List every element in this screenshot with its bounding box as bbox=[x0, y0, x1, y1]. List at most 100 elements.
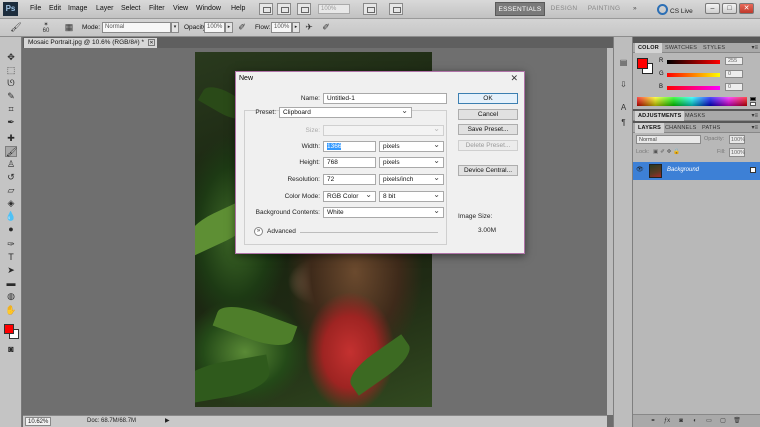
spectrum-white-swatch[interactable] bbox=[750, 102, 756, 106]
status-menu-arrow[interactable]: ▶ bbox=[165, 417, 170, 426]
pen-tool-icon[interactable]: ✑ bbox=[5, 239, 17, 250]
panel-foreground-swatch[interactable] bbox=[637, 58, 648, 69]
tab-paths[interactable]: PATHS bbox=[699, 123, 724, 133]
red-value[interactable]: 255 bbox=[725, 57, 743, 65]
screen-mode-icon[interactable] bbox=[389, 3, 403, 15]
flow-field[interactable]: 100% bbox=[271, 22, 292, 33]
color-panel-menu-icon[interactable]: ▾≡ bbox=[751, 43, 758, 53]
workspace-essentials[interactable]: ESSENTIALS bbox=[495, 2, 545, 16]
close-window-button[interactable]: ✕ bbox=[739, 3, 754, 14]
tab-swatches[interactable]: SWATCHES bbox=[662, 43, 700, 53]
close-tab-icon[interactable]: ✕ bbox=[148, 39, 155, 46]
mode-select[interactable]: Normal bbox=[102, 22, 171, 33]
brush-size-picker[interactable]: ✶ 60 bbox=[40, 22, 52, 34]
bit-depth-select[interactable]: 8 bit bbox=[379, 190, 444, 202]
tab-color[interactable]: COLOR bbox=[635, 43, 662, 53]
menu-help[interactable]: Help bbox=[231, 5, 245, 12]
document-tab[interactable]: Mosaic Portrait.jpg @ 10.6% (RGB/8#) * ✕ bbox=[24, 38, 157, 48]
visibility-eye-icon[interactable]: 👁 bbox=[636, 167, 644, 173]
foreground-color-swatch[interactable] bbox=[4, 324, 14, 334]
width-field[interactable]: 1366 bbox=[323, 141, 376, 152]
launch-minibridge-icon[interactable] bbox=[277, 3, 291, 15]
menu-view[interactable]: View bbox=[173, 5, 188, 12]
tab-styles[interactable]: STYLES bbox=[700, 43, 728, 53]
pressure-opacity-icon[interactable]: ✐ bbox=[236, 22, 248, 33]
history-brush-tool-icon[interactable]: ↺ bbox=[5, 172, 17, 183]
cs-live-button[interactable]: CS Live bbox=[657, 4, 693, 15]
layer-opacity-field[interactable]: 100% bbox=[729, 135, 745, 144]
width-unit-select[interactable]: pixels bbox=[379, 140, 444, 152]
height-unit-select[interactable]: pixels bbox=[379, 156, 444, 168]
eraser-tool-icon[interactable]: ▱ bbox=[5, 185, 17, 196]
tab-layers[interactable]: LAYERS bbox=[635, 123, 665, 133]
brush-tool-preset-icon[interactable]: 🖌 bbox=[10, 22, 22, 33]
color-mode-select[interactable]: RGB Color bbox=[323, 190, 376, 202]
blue-value[interactable]: 0 bbox=[725, 83, 743, 91]
marquee-tool-icon[interactable]: ⬚ bbox=[5, 65, 17, 76]
paragraph-panel-icon[interactable]: ¶ bbox=[617, 117, 630, 129]
minimize-button[interactable]: – bbox=[705, 3, 720, 14]
path-selection-tool-icon[interactable]: ➤ bbox=[5, 265, 17, 276]
link-layers-icon[interactable]: ⚭ bbox=[649, 417, 657, 425]
menu-edit[interactable]: Edit bbox=[49, 5, 61, 12]
launch-bridge-icon[interactable] bbox=[259, 3, 273, 15]
maximize-button[interactable]: □ bbox=[722, 3, 737, 14]
mode-dropdown-arrow[interactable]: ▾ bbox=[171, 22, 179, 33]
spectrum-black-swatch[interactable] bbox=[750, 97, 756, 101]
menu-filter[interactable]: Filter bbox=[149, 5, 165, 12]
3d-rotate-tool-icon[interactable]: ◍ bbox=[5, 291, 17, 302]
green-value[interactable]: 0 bbox=[725, 70, 743, 78]
cancel-button[interactable]: Cancel bbox=[458, 109, 518, 120]
color-spectrum[interactable] bbox=[637, 97, 747, 106]
paint-bucket-tool-icon[interactable]: ◈ bbox=[5, 198, 17, 209]
menu-window[interactable]: Window bbox=[196, 5, 221, 12]
ok-button[interactable]: OK bbox=[458, 93, 518, 104]
menu-file[interactable]: File bbox=[30, 5, 41, 12]
green-slider[interactable] bbox=[667, 73, 720, 77]
blur-tool-icon[interactable]: 💧 bbox=[5, 211, 17, 222]
history-panel-icon[interactable]: ▤ bbox=[617, 57, 630, 69]
workspace-design[interactable]: DESIGN bbox=[549, 2, 579, 16]
save-preset-button[interactable]: Save Preset... bbox=[458, 124, 518, 135]
lasso-tool-icon[interactable]: ᘎ bbox=[5, 78, 17, 89]
layers-panel-menu-icon[interactable]: ▾≡ bbox=[751, 123, 758, 133]
flow-slider-arrow[interactable]: ▸ bbox=[292, 22, 300, 33]
crop-tool-icon[interactable]: ⌗ bbox=[5, 104, 17, 115]
pressure-size-icon[interactable]: ✐ bbox=[320, 22, 332, 33]
character-panel-icon[interactable]: A bbox=[617, 102, 630, 114]
advanced-expand-icon[interactable]: » bbox=[254, 227, 263, 236]
tab-channels[interactable]: CHANNELS bbox=[662, 123, 700, 133]
view-extras-icon[interactable] bbox=[297, 3, 311, 15]
red-slider[interactable] bbox=[667, 60, 720, 64]
adjustments-panel-menu-icon[interactable]: ▾≡ bbox=[751, 111, 758, 121]
dodge-tool-icon[interactable]: ● bbox=[5, 224, 17, 235]
clone-stamp-tool-icon[interactable]: ♙ bbox=[5, 159, 17, 170]
workspace-painting[interactable]: PAINTING bbox=[585, 2, 623, 16]
tab-masks[interactable]: MASKS bbox=[682, 111, 708, 121]
opacity-field[interactable]: 100% bbox=[204, 22, 225, 33]
advanced-label[interactable]: Advanced bbox=[267, 228, 296, 235]
blue-slider[interactable] bbox=[667, 86, 720, 90]
preset-select[interactable]: Clipboard bbox=[279, 106, 412, 118]
shape-tool-icon[interactable]: ▬ bbox=[5, 278, 17, 289]
arrange-documents-icon[interactable] bbox=[363, 3, 377, 15]
fill-field[interactable]: 100% bbox=[729, 148, 745, 157]
eyedropper-tool-icon[interactable]: ✒ bbox=[5, 117, 17, 128]
zoom-level-field[interactable]: 100% bbox=[318, 4, 350, 14]
brush-tool-icon[interactable]: 🖌 bbox=[5, 146, 17, 157]
resolution-field[interactable]: 72 bbox=[323, 174, 376, 185]
lock-icons[interactable]: ▣✐✥🔒 bbox=[653, 148, 682, 157]
name-field[interactable]: Untitled-1 bbox=[323, 93, 447, 104]
brush-panel-toggle-icon[interactable]: ▦ bbox=[63, 22, 75, 33]
height-field[interactable]: 768 bbox=[323, 157, 376, 168]
background-contents-select[interactable]: White bbox=[323, 206, 444, 218]
type-tool-icon[interactable]: T bbox=[5, 252, 17, 263]
opacity-slider-arrow[interactable]: ▸ bbox=[225, 22, 233, 33]
delete-layer-icon[interactable]: 🗑 bbox=[733, 417, 741, 425]
adjustment-layer-icon[interactable]: ◐ bbox=[691, 417, 699, 425]
new-group-icon[interactable]: ▭ bbox=[705, 417, 713, 425]
quick-selection-tool-icon[interactable]: ✎ bbox=[5, 91, 17, 102]
tab-adjustments[interactable]: ADJUSTMENTS bbox=[635, 111, 685, 121]
device-central-button[interactable]: Device Central... bbox=[458, 165, 518, 176]
blend-mode-select[interactable]: Normal bbox=[636, 135, 701, 144]
